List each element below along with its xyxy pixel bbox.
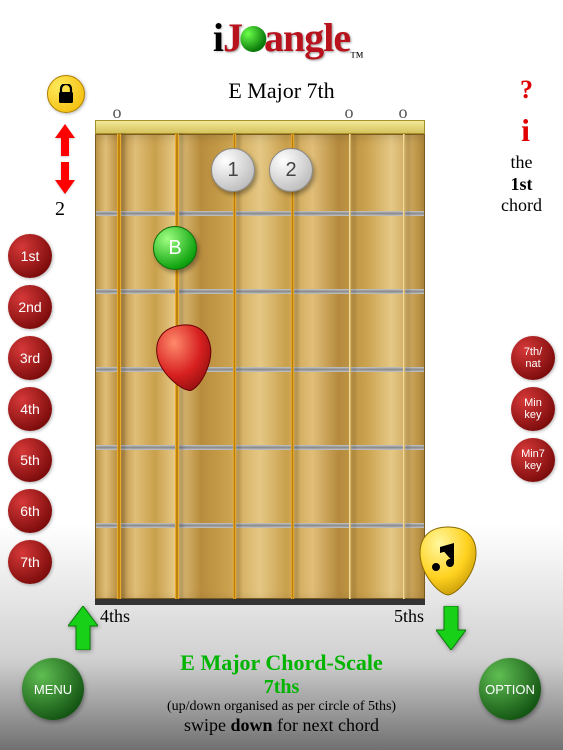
footer-text: E Major Chord-Scale 7ths (up/down organi… xyxy=(112,650,452,736)
degree-3rd-button[interactable]: 3rd xyxy=(8,336,52,380)
cycle-5ths-arrow[interactable] xyxy=(436,606,466,655)
footer-note: (up/down organised as per circle of 5ths… xyxy=(112,699,452,715)
ordinal-the: the xyxy=(511,152,533,172)
app-logo: iJangle xyxy=(213,14,350,61)
option-button[interactable]: OPTION xyxy=(479,658,541,720)
fret-wire xyxy=(96,523,424,528)
ordinal-indicator: the 1st chord xyxy=(494,152,549,217)
nut xyxy=(95,120,425,134)
help-button[interactable]: ? xyxy=(520,75,533,105)
footer-title: E Major Chord-Scale xyxy=(112,650,452,676)
direction-4ths-label: 4ths xyxy=(100,606,130,627)
chord-title: E Major 7th xyxy=(228,78,334,104)
direction-5ths-label: 5ths xyxy=(394,606,424,627)
open-marker: o xyxy=(399,102,408,123)
degree-2nd-button[interactable]: 2nd xyxy=(8,285,52,329)
string-1[interactable] xyxy=(403,134,405,599)
string-6[interactable] xyxy=(117,134,121,599)
string-3[interactable] xyxy=(291,134,294,599)
fret-down-button[interactable] xyxy=(55,162,75,199)
play-sound-button[interactable] xyxy=(418,525,476,595)
mode-min-key-button[interactable]: Min key xyxy=(511,387,555,431)
degree-column: 1st 2nd 3rd 4th 5th 6th 7th xyxy=(8,234,52,591)
red-pick-handle[interactable] xyxy=(150,318,219,397)
root-note-marker[interactable]: B xyxy=(153,226,197,270)
fret-wire xyxy=(96,211,424,216)
finger-marker[interactable]: 1 xyxy=(211,148,255,192)
logo-rest: angle xyxy=(264,15,350,60)
finger-marker[interactable]: 2 xyxy=(269,148,313,192)
string-4[interactable] xyxy=(233,134,236,599)
fretboard-surface xyxy=(95,134,425,599)
degree-4th-button[interactable]: 4th xyxy=(8,387,52,431)
fret-position-label: 2 xyxy=(55,198,65,221)
lock-button[interactable] xyxy=(47,75,85,113)
mode-column: 7th/ nat Min key Min7 key xyxy=(511,336,555,489)
fret-wire xyxy=(96,445,424,450)
cycle-4ths-arrow[interactable] xyxy=(68,606,98,655)
fret-wire xyxy=(96,367,424,372)
logo-ball-icon xyxy=(240,26,266,52)
open-marker: o xyxy=(345,102,354,123)
fret-wire xyxy=(96,289,424,294)
lock-icon xyxy=(57,84,75,104)
ordinal-num: 1st xyxy=(511,174,533,194)
footer-hint: swipe down for next chord xyxy=(112,715,452,736)
mode-7th-nat-button[interactable]: 7th/ nat xyxy=(511,336,555,380)
fretboard[interactable]: o o o 1 2 B xyxy=(95,120,425,605)
open-marker: o xyxy=(113,102,122,123)
menu-button[interactable]: MENU xyxy=(22,658,84,720)
degree-1st-button[interactable]: 1st xyxy=(8,234,52,278)
trademark: ™ xyxy=(350,50,364,66)
info-button[interactable]: i xyxy=(521,112,530,149)
footer-subtitle: 7ths xyxy=(112,676,452,699)
mode-min7-key-button[interactable]: Min7 key xyxy=(511,438,555,482)
fretboard-end xyxy=(95,599,425,605)
ordinal-chord: chord xyxy=(501,195,542,215)
string-2[interactable] xyxy=(349,134,351,599)
logo-letter-i: i xyxy=(213,15,223,60)
degree-6th-button[interactable]: 6th xyxy=(8,489,52,533)
degree-7th-button[interactable]: 7th xyxy=(8,540,52,584)
degree-5th-button[interactable]: 5th xyxy=(8,438,52,482)
fret-up-button[interactable] xyxy=(55,124,75,161)
